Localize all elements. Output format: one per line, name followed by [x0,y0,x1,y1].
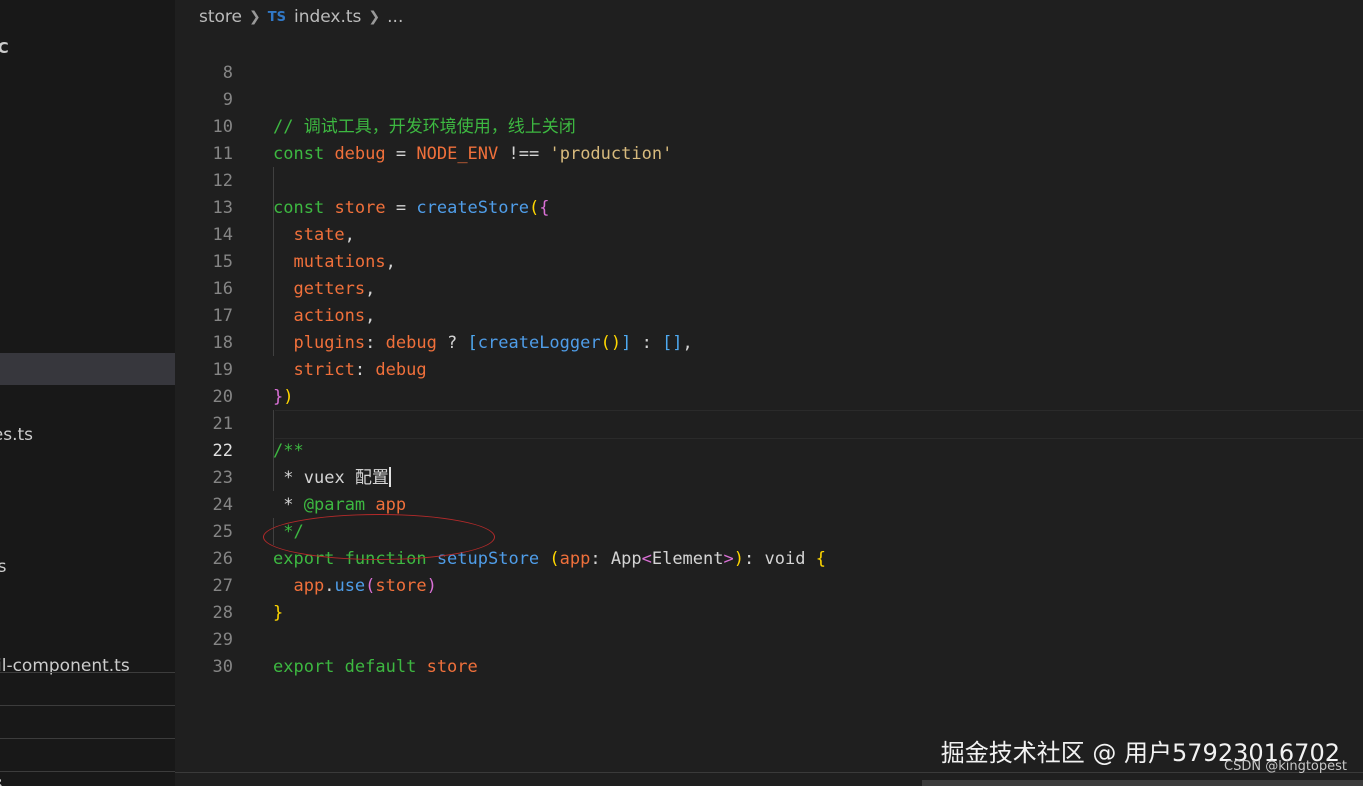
breadcrumb: store ❯ TS index.ts ❯ ... [199,4,403,30]
sidebar-fragment[interactable]: ts [0,557,7,577]
code-line[interactable]: 21 /** [175,384,1363,461]
sidebar-fragment[interactable]: il-component.ts [0,656,130,676]
line-number: 30 [212,657,233,677]
code-line[interactable]: 17 plugins: debug ? [createLogger()] : [… [175,276,1363,353]
breadcrumb-symbol[interactable]: ... [387,7,403,27]
sidebar-divider [0,738,175,739]
code-line[interactable]: 10 const debug = NODE_ENV !== 'productio… [175,87,1363,164]
horizontal-scrollbar-thumb[interactable] [922,780,1363,786]
code-line[interactable]: 19 }) [175,330,1363,407]
sidebar-divider [0,705,175,706]
breadcrumb-folder[interactable]: store [199,7,242,27]
code-line[interactable]: 20 [175,357,1363,407]
code-line-current[interactable]: 22 * vuex 配置 [175,411,1363,488]
sidebar-selected-row[interactable] [0,353,175,385]
code-line[interactable]: 24 */ [175,465,1363,542]
horizontal-scrollbar-track[interactable] [175,772,1363,773]
chevron-right-icon: ❯ [249,9,261,25]
code-line[interactable]: 30 [175,627,1363,677]
typescript-file-icon: TS [267,9,286,25]
watermark-source: CSDN @kingtopest [1224,759,1347,774]
identifier: store [426,657,478,677]
code-line[interactable]: 11 [175,114,1363,164]
chevron-right-icon: ❯ [368,9,381,25]
code-line[interactable]: 16 actions, [175,249,1363,326]
sidebar-fragment[interactable]: S [0,776,3,786]
sidebar-divider [0,771,175,772]
keyword: export [273,657,335,677]
code-line[interactable]: 12 const store = createStore({ [175,141,1363,218]
sidebar-divider [0,672,175,673]
sidebar-fragment[interactable]: IC [0,39,9,57]
explorer-sidebar: IC n s pes.ts ts il-component.ts S [0,0,175,786]
code-line[interactable]: 28 [175,573,1363,623]
code-line[interactable]: 23 * @param app [175,438,1363,515]
code-line[interactable]: 13 state, [175,168,1363,245]
breadcrumb-file[interactable]: index.ts [294,7,361,27]
sidebar-fragment[interactable]: pes.ts [0,425,33,445]
code-line[interactable]: 29 export default store [175,600,1363,677]
keyword: default [344,657,417,677]
code-line[interactable]: 14 mutations, [175,195,1363,272]
code-line[interactable]: 8 [175,33,1363,83]
code-line[interactable]: 15 getters, [175,222,1363,299]
red-annotation-ellipse [263,514,495,560]
code-line[interactable]: 9 // 调试工具，开发环境使用，线上关闭 [175,60,1363,137]
code-line[interactable]: 18 strict: debug [175,303,1363,380]
